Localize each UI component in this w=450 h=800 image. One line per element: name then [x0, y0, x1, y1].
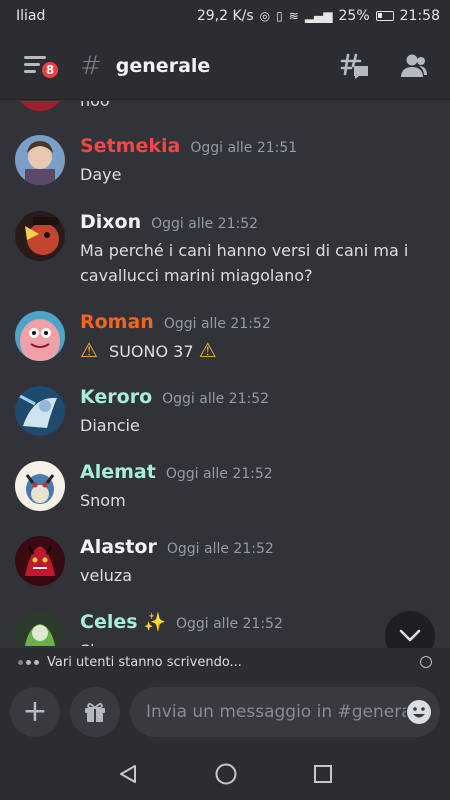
avatar[interactable]: [15, 386, 65, 436]
timestamp: Oggi alle 21:52: [163, 316, 271, 332]
warning-icon: ⚠: [80, 338, 98, 362]
timestamp: Oggi alle 21:52: [165, 466, 273, 482]
username[interactable]: Alastor: [80, 536, 157, 558]
plus-icon: +: [22, 694, 48, 729]
members-icon[interactable]: [400, 53, 428, 79]
username[interactable]: Keroro: [80, 386, 152, 408]
vibrate-icon: ▯: [276, 9, 283, 23]
username[interactable]: Celes: [80, 611, 138, 633]
sparkles-icon: ✨: [143, 612, 166, 633]
threads-icon[interactable]: [340, 52, 370, 80]
channel-title[interactable]: generale: [116, 55, 211, 77]
avatar[interactable]: [15, 611, 65, 646]
typing-text: Vari utenti stanno scrivendo...: [47, 654, 242, 670]
timestamp: Oggi alle 21:52: [151, 216, 259, 232]
android-nav-bar: [0, 748, 450, 800]
status-indicators: 29,2 K/s ◎ ▯ ≋ ▂▄▆ 25% 21:58: [197, 8, 440, 24]
timestamp: Oggi alle 21:51: [190, 140, 298, 156]
message-content: ⚠ SUONO 37 ⚠: [80, 338, 430, 364]
chevron-down-icon: [399, 629, 421, 642]
timestamp: Oggi alle 21:52: [175, 616, 283, 632]
message-text: Diancie: [80, 416, 140, 435]
timestamp: Oggi alle 21:52: [162, 391, 270, 407]
message-input-wrapper: [130, 687, 440, 737]
hash-icon: #: [80, 50, 102, 81]
hamburger-menu-icon[interactable]: 8: [22, 51, 61, 81]
clock: 21:58: [399, 8, 440, 24]
avatar[interactable]: [15, 461, 65, 511]
username[interactable]: Setmekia: [80, 135, 180, 157]
wifi-icon: ≋: [288, 9, 299, 23]
nfc-icon: ◎: [259, 9, 271, 23]
message-text: Ma perché i cani hanno versi di cani ma …: [80, 241, 409, 285]
warning-icon: ⚠: [198, 338, 217, 362]
channel-header: 8 # generale: [0, 32, 450, 100]
battery-level: 25%: [338, 8, 370, 24]
timestamp: Oggi alle 21:52: [166, 541, 274, 557]
message-composer: +: [0, 676, 450, 748]
gift-button[interactable]: [70, 687, 120, 737]
signal-icon: ▂▄▆: [304, 9, 333, 23]
message-text: Daye: [80, 165, 122, 184]
username[interactable]: Roman: [80, 311, 154, 333]
carrier-name: Iliad: [16, 8, 46, 24]
avatar[interactable]: [15, 101, 65, 111]
avatar[interactable]: [15, 135, 65, 185]
emoji-icon[interactable]: [406, 699, 432, 725]
gift-icon: [85, 703, 105, 722]
message-text: Sh: [80, 638, 430, 646]
network-speed: 29,2 K/s: [196, 8, 254, 24]
battery-icon: [375, 11, 394, 21]
message-list[interactable]: noo Setmekia Oggi alle 21:51 Daye Dixon …: [0, 101, 450, 646]
recents-icon[interactable]: [313, 764, 333, 784]
username[interactable]: Alemat: [80, 461, 156, 483]
typing-indicator: Vari utenti stanno scrivendo...: [0, 648, 450, 676]
notification-badge: 8: [39, 58, 61, 81]
username[interactable]: Dixon: [80, 211, 141, 233]
message-text: SUONO 37: [109, 342, 194, 361]
message-text: Snom: [80, 491, 126, 510]
avatar[interactable]: [15, 536, 65, 586]
message-text: veluza: [80, 566, 133, 585]
slowmode-clock-icon[interactable]: [420, 656, 432, 668]
message-text: noo: [80, 101, 110, 110]
avatar[interactable]: [15, 211, 65, 261]
add-attachment-button[interactable]: +: [10, 687, 60, 737]
back-icon[interactable]: [117, 763, 139, 785]
avatar[interactable]: [15, 311, 65, 361]
status-bar: Iliad 29,2 K/s ◎ ▯ ≋ ▂▄▆ 25% 21:58: [0, 0, 450, 32]
message-input[interactable]: [146, 702, 406, 722]
typing-dots-icon: [18, 659, 39, 665]
home-icon[interactable]: [214, 762, 238, 786]
